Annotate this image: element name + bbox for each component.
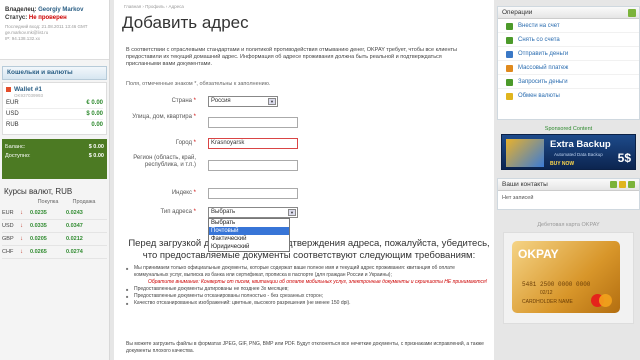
deposit-icon [506,23,513,30]
group-icon[interactable] [619,181,626,188]
down-arrow-icon: ↓ [20,236,23,242]
mass-payment-icon [506,65,513,72]
rate-row: USD ↓ 0.0335 0.0347 [2,220,107,233]
list-item: Качество отсканированных изображений: цв… [126,300,488,307]
wallets-header[interactable]: Кошельки и валюты [2,66,107,80]
list-subnote: Обратите внимание: Конверты от писем, кв… [148,279,488,285]
breadcrumb[interactable]: Главная › Профиль › Адреса [124,4,184,9]
rate-row: CHF ↓ 0.0265 0.0274 [2,246,107,259]
contacts-panel: Ваши контакты Нет записей [497,178,640,210]
user-box: Владелец: Georgiy Markov Статус: Не пров… [0,0,109,60]
wallet-card[interactable]: Wallet #1 OK937039993 EUR € 0.00 USD $ 0.0… [2,82,107,135]
right-sidebar: Операции Внести на счет Снять со счета О… [497,0,640,360]
status-badge: Не проверен [28,15,67,21]
balance-row: EUR € 0.00 [6,98,103,109]
operations-panel: Операции Внести на счет Снять со счета О… [497,6,640,120]
address-type-select[interactable]: Выбрать ▼ [208,207,298,218]
dropdown-option[interactable]: Почтовый [209,227,289,235]
type-label: Тип адреса [160,209,192,215]
rates-table: Покупка Продажа EUR ↓ 0.0235 0.0243 USD ↓ 0.0… [2,199,107,259]
contacts-header: Ваши контакты [502,181,548,188]
index-label: Индекс [171,190,192,196]
address-type-dropdown[interactable]: Выбрать Почтовый Фактический Юридический [208,218,290,252]
required-note: Поля, отмеченные знаком *, обязательны к… [126,81,271,87]
chevron-down-icon: ▼ [268,98,276,105]
street-input[interactable] [208,117,298,128]
status-label: Статус: [5,15,28,21]
intro-text: В соответствии с отраслевыми стандартами… [126,47,457,67]
upload-note: Вы можете загрузить файлы в форматах JPE… [126,341,484,354]
city-input[interactable]: Krasnoyarsk [208,138,298,149]
dropdown-option[interactable]: Юридический [209,243,289,251]
requirements-notice: Перед загрузкой документов для подтвержд… [128,238,490,261]
ad-banner[interactable]: Extra Backup Automated Data Backup 5$ BU… [501,134,636,170]
debit-card-promo[interactable]: OKPAY 5481 2500 0000 0000 02/12 CARDHOLD… [503,232,634,324]
page-title: Добавить адрес [122,13,249,32]
card-logo: OKPAY [518,247,559,261]
index-input[interactable] [208,188,298,199]
send-icon [506,51,513,58]
owner-label: Владелец: [5,7,37,13]
list-item: Мы принимаем только официальные документ… [126,265,488,279]
owner-name[interactable]: Georgiy Markov [38,7,83,13]
down-arrow-icon: ↓ [20,249,23,255]
balance-row: RUB 0.00 [6,122,103,128]
balance-row: USD $ 0.00 [6,109,103,120]
street-label: Улица, дом, квартира [132,114,192,120]
ad-box-image [506,139,544,167]
dropdown-option[interactable]: Выбрать [209,219,289,227]
op-request-money[interactable]: Запросить деньги [498,75,639,89]
contacts-empty: Нет записей [502,195,534,201]
balance-summary: Баланс: $ 0.00 Доступно: $ 0.00 [2,139,107,179]
user-info: Последний вход: 21.08.2011 13:46 GMT ge.… [5,24,88,41]
request-icon [506,79,513,86]
dropdown-option[interactable]: Фактический [209,235,289,243]
city-label: Город [175,140,192,146]
operations-header: Операции [502,9,533,16]
add-contact-icon[interactable] [610,181,617,188]
rate-row: EUR ↓ 0.0235 0.0243 [2,207,107,220]
list-item: Предоставленные документы отсканированы … [126,293,488,300]
op-mass-payment[interactable]: Массовый платеж [498,61,639,75]
op-send-money[interactable]: Отправить деньги [498,47,639,61]
down-arrow-icon: ↓ [20,210,23,216]
op-exchange[interactable]: Обмен валюты [498,89,639,103]
region-label: Регион (область, край, республика, и т.п… [133,155,196,168]
card-image: OKPAY 5481 2500 0000 0000 02/12 CARDHOLD… [512,241,620,313]
sponsored-label: Sponsored Content [544,126,593,132]
op-deposit[interactable]: Внести на счет [498,19,639,33]
wallet-name[interactable]: Wallet #1 [14,86,42,93]
left-sidebar: Владелец: Georgiy Markov Статус: Не пров… [0,0,110,360]
withdraw-icon [506,37,513,44]
main-content: Главная › Профиль › Адреса Добавить адре… [114,0,494,360]
country-select[interactable]: Россия ▼ [208,96,278,107]
operations-icon [628,9,636,17]
rates-title: Курсы валют, RUB [4,187,73,196]
exchange-icon [506,93,513,100]
op-withdraw[interactable]: Снять со счета [498,33,639,47]
card-title: Дебетовая карта OKPAY [537,222,600,228]
down-arrow-icon: ↓ [20,223,23,229]
country-label: Страна [171,98,192,104]
requirements-list: Мы принимаем только официальные документ… [126,265,488,307]
rate-row: GBP ↓ 0.0205 0.0212 [2,233,107,246]
list-item: Предоставленные документы датированы не … [126,286,488,293]
chevron-down-icon: ▼ [288,209,296,216]
wallet-flag-icon [6,87,11,92]
refresh-icon[interactable] [628,181,635,188]
region-input[interactable] [208,160,298,171]
